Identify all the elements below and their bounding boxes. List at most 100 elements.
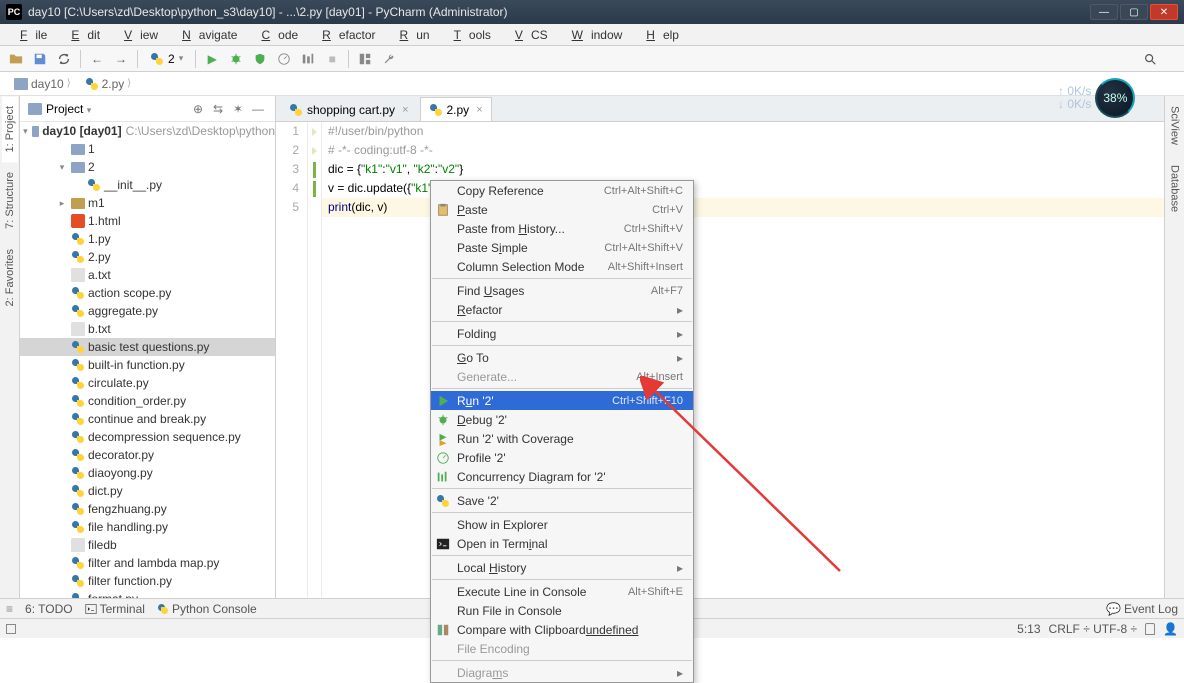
coverage-icon[interactable] <box>250 49 270 69</box>
python-console-tab[interactable]: Python Console <box>157 602 257 616</box>
tree-item[interactable]: aggregate.py <box>20 302 275 320</box>
tree-item[interactable]: 1.py <box>20 230 275 248</box>
line-separator[interactable]: CRLF ÷ UTF-8 ÷ <box>1049 622 1138 636</box>
tree-item[interactable]: 2.py <box>20 248 275 266</box>
left-tab[interactable]: 1: Project <box>2 96 18 162</box>
tree-item[interactable]: condition_order.py <box>20 392 275 410</box>
ctx-paste[interactable]: PasteCtrl+V <box>431 200 693 219</box>
left-tab[interactable]: 7: Structure <box>2 162 18 239</box>
ctx-local-history[interactable]: Local History▸ <box>431 558 693 577</box>
tree-item[interactable]: b.txt <box>20 320 275 338</box>
menu-view[interactable]: View <box>108 26 166 44</box>
event-log-tab[interactable]: 💬 Event Log <box>1106 602 1178 616</box>
tree-item[interactable]: 1.html <box>20 212 275 230</box>
tree-item[interactable]: filter function.py <box>20 572 275 590</box>
run-config-selector[interactable]: 2 ▾ <box>144 50 189 68</box>
forward-icon[interactable]: → <box>111 49 131 69</box>
debug-icon[interactable] <box>226 49 246 69</box>
tree-item[interactable]: filedb <box>20 536 275 554</box>
ctx-compare-with-clipboard[interactable]: Compare with Clipboardundefined <box>431 620 693 639</box>
tree-item[interactable]: __init__.py <box>20 176 275 194</box>
menu-navigate[interactable]: Navigate <box>166 26 245 44</box>
menu-window[interactable]: Window <box>556 26 631 44</box>
caret-position[interactable]: 5:13 <box>1017 622 1040 636</box>
ctx-run-2-with-coverage[interactable]: Run '2' with Coverage <box>431 429 693 448</box>
sync-icon[interactable] <box>54 49 74 69</box>
tree-item[interactable]: filter and lambda map.py <box>20 554 275 572</box>
close-icon[interactable]: × <box>402 104 408 116</box>
tree-item[interactable]: file handling.py <box>20 518 275 536</box>
search-icon[interactable] <box>1140 49 1160 69</box>
terminal-tab[interactable]: Terminal <box>85 602 145 616</box>
open-icon[interactable] <box>6 49 26 69</box>
locate-icon[interactable]: ⊕ <box>189 100 207 118</box>
ctx-run-2-[interactable]: Run '2'Ctrl+Shift+F10 <box>431 391 693 410</box>
ctx-run-file-in-console[interactable]: Run File in Console <box>431 601 693 620</box>
concurrency-icon[interactable] <box>298 49 318 69</box>
editor-context-menu[interactable]: Copy ReferenceCtrl+Alt+Shift+CPasteCtrl+… <box>430 180 694 683</box>
ctx-go-to[interactable]: Go To▸ <box>431 348 693 367</box>
menu-edit[interactable]: Edit <box>55 26 108 44</box>
tree-item[interactable]: fengzhuang.py <box>20 500 275 518</box>
ctx-concurrency-diagram-for-2-[interactable]: Concurrency Diagram for '2' <box>431 467 693 486</box>
tree-item[interactable]: built-in function.py <box>20 356 275 374</box>
project-tree[interactable]: ▾day10 [day01]C:\Users\zd\Desktop\python… <box>20 122 275 598</box>
wrench-icon[interactable] <box>379 49 399 69</box>
tree-item[interactable]: action scope.py <box>20 284 275 302</box>
breadcrumb-file[interactable]: 2.py⟩ <box>79 75 138 93</box>
ctx-open-in-terminal[interactable]: Open in Terminal <box>431 534 693 553</box>
hide-icon[interactable]: — <box>249 100 267 118</box>
ctx-column-selection-mode[interactable]: Column Selection ModeAlt+Shift+Insert <box>431 257 693 276</box>
menu-refactor[interactable]: Refactor <box>306 26 383 44</box>
ctx-show-in-explorer[interactable]: Show in Explorer <box>431 515 693 534</box>
ctx-profile-2-[interactable]: Profile '2' <box>431 448 693 467</box>
stop-icon[interactable]: ■ <box>322 49 342 69</box>
editor-tab[interactable]: shopping cart.py× <box>280 97 418 121</box>
ctx-paste-from-history-[interactable]: Paste from History...Ctrl+Shift+V <box>431 219 693 238</box>
profile-icon[interactable] <box>274 49 294 69</box>
ctx-refactor[interactable]: Refactor▸ <box>431 300 693 319</box>
tree-item[interactable]: diaoyong.py <box>20 464 275 482</box>
menu-tools[interactable]: Tools <box>438 26 499 44</box>
right-tab[interactable]: SciView <box>1167 96 1183 155</box>
menu-file[interactable]: File <box>4 26 55 44</box>
back-icon[interactable]: ← <box>87 49 107 69</box>
ctx-execute-line-in-console[interactable]: Execute Line in ConsoleAlt+Shift+E <box>431 582 693 601</box>
window-maximize-button[interactable]: ▢ <box>1120 4 1148 20</box>
tree-item[interactable]: ▾2 <box>20 158 275 176</box>
tree-item[interactable]: circulate.py <box>20 374 275 392</box>
lock-icon[interactable] <box>1145 623 1155 635</box>
ctx-save-2-[interactable]: Save '2' <box>431 491 693 510</box>
code-editor[interactable]: 12345 #!/user/bin/python# -*- coding:utf… <box>276 122 1164 598</box>
window-minimize-button[interactable]: — <box>1090 4 1118 20</box>
ctx-find-usages[interactable]: Find UsagesAlt+F7 <box>431 281 693 300</box>
menu-code[interactable]: Code <box>245 26 306 44</box>
tree-root[interactable]: ▾day10 [day01]C:\Users\zd\Desktop\python <box>20 122 275 140</box>
tree-item[interactable]: a.txt <box>20 266 275 284</box>
menu-help[interactable]: Help <box>630 26 687 44</box>
ctx-copy-reference[interactable]: Copy ReferenceCtrl+Alt+Shift+C <box>431 181 693 200</box>
collapse-icon[interactable]: ⇆ <box>209 100 227 118</box>
tree-item[interactable]: basic test questions.py <box>20 338 275 356</box>
menu-run[interactable]: Run <box>384 26 438 44</box>
tree-item[interactable]: decorator.py <box>20 446 275 464</box>
ctx-debug-2-[interactable]: Debug '2' <box>431 410 693 429</box>
right-tab[interactable]: Database <box>1167 155 1183 222</box>
editor-tab[interactable]: 2.py× <box>420 97 492 121</box>
tree-item[interactable]: dict.py <box>20 482 275 500</box>
tree-item[interactable]: ▸m1 <box>20 194 275 212</box>
tree-item[interactable]: decompression sequence.py <box>20 428 275 446</box>
tree-item[interactable]: format.py <box>20 590 275 598</box>
ctx-folding[interactable]: Folding▸ <box>431 324 693 343</box>
ctx-paste-simple[interactable]: Paste SimpleCtrl+Alt+Shift+V <box>431 238 693 257</box>
tree-item[interactable]: continue and break.py <box>20 410 275 428</box>
menu-vcs[interactable]: VCS <box>499 26 556 44</box>
run-icon[interactable]: ▶ <box>202 49 222 69</box>
status-indicator-icon[interactable] <box>6 624 16 634</box>
left-tab[interactable]: 2: Favorites <box>2 239 18 316</box>
layout-icon[interactable] <box>355 49 375 69</box>
inspection-icon[interactable]: 👤 <box>1163 622 1178 636</box>
window-close-button[interactable]: ✕ <box>1150 4 1178 20</box>
tree-item[interactable]: 1 <box>20 140 275 158</box>
save-icon[interactable] <box>30 49 50 69</box>
